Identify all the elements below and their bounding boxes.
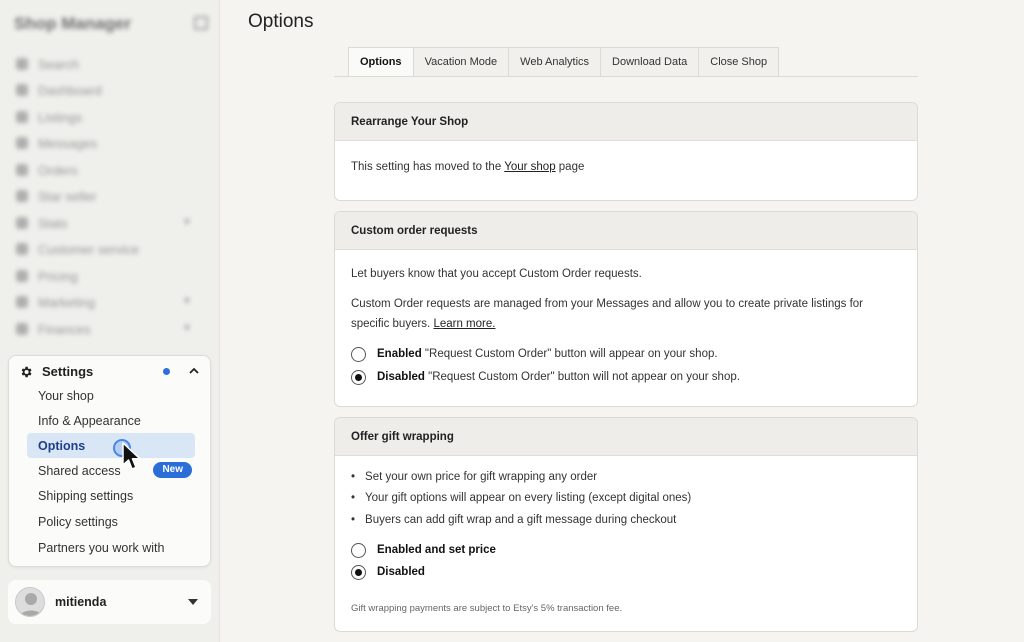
gift-wrap-disabled-label[interactable]: Disabled [377, 566, 425, 578]
settings-item-shipping[interactable]: Shipping settings [27, 483, 195, 508]
star-icon [16, 190, 28, 202]
sidebar: Shop Manager Search Dashboard Listings M… [0, 0, 220, 642]
mouse-cursor-icon [122, 442, 141, 470]
tab-vacation-mode[interactable]: Vacation Mode [413, 47, 510, 77]
brand-title: Shop Manager [14, 14, 132, 33]
nav-item-messages[interactable]: Messages [16, 133, 97, 153]
new-badge: New [153, 462, 192, 478]
caret-down-icon[interactable] [188, 599, 198, 605]
gift-wrap-enabled-radio[interactable] [351, 543, 366, 558]
chevron-down-icon: ▼ [182, 217, 192, 228]
settings-item-info-appearance[interactable]: Info & Appearance [27, 408, 195, 433]
custom-order-enabled-radio[interactable] [351, 347, 366, 362]
tab-options[interactable]: Options [348, 47, 414, 77]
search-icon [16, 58, 28, 70]
tabs-divider [334, 76, 918, 77]
tab-close-shop[interactable]: Close Shop [699, 47, 780, 77]
custom-order-disabled-radio[interactable] [351, 370, 366, 385]
rearrange-shop-panel: Rearrange Your Shop This setting has mov… [334, 102, 918, 201]
nav-item-stats[interactable]: Stats [16, 213, 68, 233]
headset-icon [16, 243, 28, 255]
box-icon [16, 164, 28, 176]
megaphone-icon [16, 296, 28, 308]
tab-web-analytics[interactable]: Web Analytics [509, 47, 602, 77]
tag-icon [16, 111, 28, 123]
custom-order-disabled-label[interactable]: Disabled "Request Custom Order" button w… [377, 371, 740, 383]
custom-order-description: Custom Order requests are managed from y… [351, 298, 863, 330]
gift-wrap-enabled-label[interactable]: Enabled and set price [377, 544, 496, 556]
custom-order-intro: Let buyers know that you accept Custom O… [351, 268, 642, 280]
bank-icon [16, 323, 28, 335]
collapse-sidebar-icon[interactable] [194, 16, 208, 30]
settings-label: Settings [42, 364, 94, 379]
panel-title: Custom order requests [335, 212, 917, 250]
custom-order-panel: Custom order requests Let buyers know th… [334, 211, 918, 407]
gift-wrap-disabled-radio[interactable] [351, 565, 366, 580]
settings-item-partners[interactable]: Partners you work with [27, 535, 195, 560]
page-title: Options [248, 11, 314, 32]
settings-item-label: Shared access [38, 463, 121, 478]
mail-icon [16, 137, 28, 149]
username: mitienda [55, 595, 107, 609]
learn-more-link[interactable]: Learn more. [433, 318, 495, 330]
tab-download-data[interactable]: Download Data [601, 47, 700, 77]
avatar [15, 587, 45, 617]
list-item: Buyers can add gift wrap and a gift mess… [351, 514, 676, 526]
your-shop-link[interactable]: Your shop [504, 161, 555, 173]
nav-item-search[interactable]: Search [16, 54, 79, 74]
user-account-menu[interactable]: mitienda [8, 580, 211, 624]
settings-item-shared-access[interactable]: Shared access New [27, 458, 195, 483]
chart-icon [16, 217, 28, 229]
user-avatar-icon [19, 593, 43, 616]
nav-item-star-seller[interactable]: Star seller [16, 186, 97, 206]
chevron-down-icon: ▼ [182, 296, 192, 307]
chevron-down-icon: ▼ [182, 323, 192, 334]
panel-title: Rearrange Your Shop [335, 103, 917, 141]
list-item: Set your own price for gift wrapping any… [351, 471, 597, 483]
gear-icon [21, 366, 32, 378]
settings-item-policy[interactable]: Policy settings [27, 509, 195, 534]
nav-item-listings[interactable]: Listings [16, 107, 82, 127]
nav-item-orders[interactable]: Orders [16, 160, 78, 180]
gift-wrap-fee-note: Gift wrapping payments are subject to Et… [351, 603, 623, 614]
custom-order-enabled-label[interactable]: Enabled "Request Custom Order" button wi… [377, 348, 718, 360]
nav-item-pricing[interactable]: Pricing [16, 266, 78, 286]
rearrange-text: This setting has moved to the Your shop … [351, 161, 585, 173]
settings-item-your-shop[interactable]: Your shop [27, 383, 195, 408]
list-item: Your gift options will appear on every l… [351, 492, 691, 504]
settings-item-options[interactable]: Options [27, 433, 195, 458]
nav-item-customer-service[interactable]: Customer service [16, 239, 139, 259]
nav-item-finances[interactable]: Finances [16, 319, 91, 339]
settings-header[interactable]: Settings [9, 356, 210, 386]
options-tabs: Options Vacation Mode Web Analytics Down… [348, 47, 780, 77]
home-icon [16, 84, 28, 96]
nav-item-dashboard[interactable]: Dashboard [16, 80, 102, 100]
chevron-up-icon[interactable] [188, 365, 200, 377]
notification-dot [163, 368, 170, 375]
panel-title: Offer gift wrapping [335, 418, 917, 456]
gift-wrapping-panel: Offer gift wrapping Set your own price f… [334, 417, 918, 632]
price-icon [16, 270, 28, 282]
nav-item-marketing[interactable]: Marketing [16, 292, 95, 312]
